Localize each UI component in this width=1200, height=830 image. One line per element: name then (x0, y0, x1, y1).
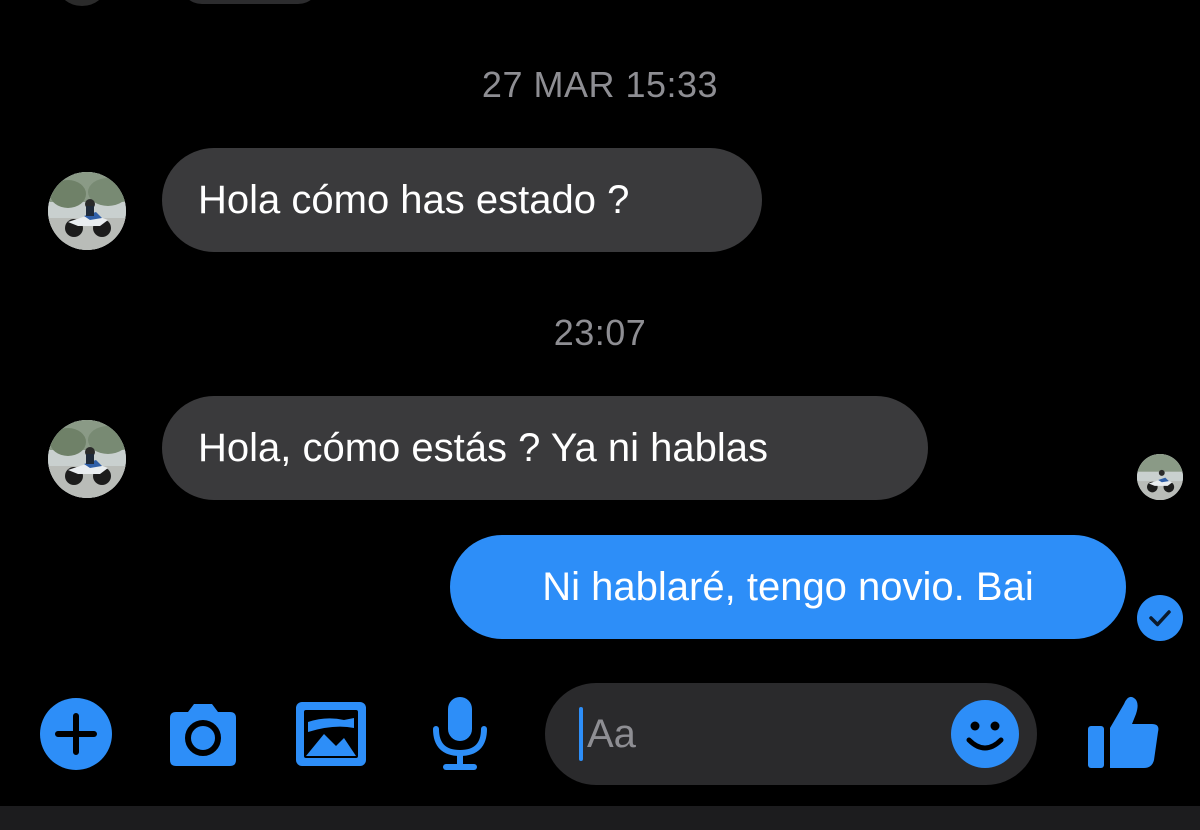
emoji-icon[interactable] (949, 698, 1021, 770)
message-text: Hola, cómo estás ? Ya ni hablas (198, 425, 768, 470)
message-text: Hola cómo has estado ? (198, 177, 630, 222)
home-indicator-bar (0, 806, 1200, 830)
previous-avatar-fragment (58, 0, 106, 6)
incoming-message-bubble[interactable]: Hola, cómo estás ? Ya ni hablas (162, 396, 928, 500)
thumbs-up-icon[interactable] (1084, 690, 1164, 774)
message-composer[interactable] (545, 683, 1037, 785)
camera-icon[interactable] (164, 698, 242, 770)
contact-avatar[interactable] (48, 420, 126, 498)
text-caret (579, 707, 583, 761)
previous-message-fragment (180, 0, 320, 4)
microphone-icon[interactable] (430, 695, 490, 773)
message-text: Ni hablaré, tengo novio. Bai (542, 564, 1034, 609)
incoming-message-bubble[interactable]: Hola cómo has estado ? (162, 148, 762, 252)
message-timestamp: 23:07 (553, 312, 647, 353)
outgoing-message-bubble[interactable]: Ni hablaré, tengo novio. Bai (450, 535, 1126, 639)
message-input[interactable] (587, 711, 927, 757)
message-timestamp: 27 MAR 15:33 (481, 64, 719, 105)
plus-icon[interactable] (40, 698, 112, 770)
contact-avatar[interactable] (48, 172, 126, 250)
delivered-check-icon (1137, 595, 1183, 641)
image-icon[interactable] (294, 698, 368, 770)
seen-by-avatar (1137, 454, 1183, 500)
